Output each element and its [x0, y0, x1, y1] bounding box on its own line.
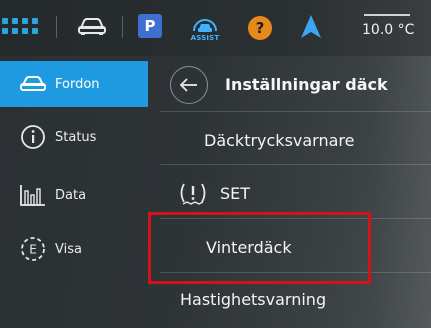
highlight-box — [148, 212, 371, 284]
menu-item-label: Hastighetsvarning — [180, 290, 327, 309]
assist-button[interactable]: ASSIST — [188, 10, 222, 44]
sidebar: Fordon Status Data E Visa — [0, 56, 160, 328]
status-bar: P ASSIST ? 10.0 °C — [0, 0, 431, 56]
sidebar-item-fordon[interactable]: Fordon — [0, 61, 148, 107]
sidebar-item-label: Data — [55, 187, 87, 203]
svg-text:E: E — [29, 243, 37, 257]
parking-button[interactable]: P — [138, 14, 162, 38]
eye-icon: E — [18, 236, 48, 262]
menu-item-tire-pressure-warning[interactable]: Däcktrycksvarnare — [160, 118, 431, 164]
divider — [160, 164, 431, 165]
bar-chart-icon — [18, 182, 48, 208]
divider — [56, 16, 57, 38]
back-button[interactable] — [170, 66, 208, 104]
sidebar-item-label: Fordon — [55, 76, 100, 92]
assist-label: ASSIST — [190, 34, 220, 42]
help-icon: ? — [255, 19, 265, 37]
menu-item-speed-warning[interactable]: Hastighetsvarning — [160, 278, 431, 324]
divider — [160, 111, 431, 112]
back-arrow-icon — [179, 78, 197, 92]
menu-item-label: SET — [220, 184, 251, 203]
apps-grid-icon[interactable] — [0, 12, 40, 40]
outside-temperature: 10.0 °C — [362, 22, 415, 38]
menu-item-label: Däcktrycksvarnare — [204, 131, 355, 150]
tire-settings-panel: Inställningar däck Däcktrycksvarnare SET… — [160, 56, 431, 328]
help-button[interactable]: ? — [248, 16, 272, 40]
divider — [122, 16, 123, 38]
info-icon — [18, 124, 48, 150]
infotainment-screen: P ASSIST ? 10.0 °C Fordon Status Data E … — [0, 0, 431, 328]
sidebar-item-label: Visa — [55, 241, 82, 257]
page-title: Inställningar däck — [225, 75, 388, 94]
sidebar-item-label: Status — [55, 129, 97, 145]
car-icon — [18, 71, 48, 97]
sidebar-item-data[interactable]: Data — [0, 172, 148, 218]
navigation-icon[interactable] — [300, 14, 322, 40]
tire-pressure-warning-icon — [178, 180, 208, 210]
temperature-underline — [364, 14, 410, 16]
parking-label: P — [144, 17, 156, 35]
car-icon[interactable] — [76, 14, 108, 38]
menu-item-set[interactable]: SET — [160, 170, 431, 216]
sidebar-item-visa[interactable]: E Visa — [0, 226, 148, 272]
sidebar-item-status[interactable]: Status — [0, 114, 148, 160]
